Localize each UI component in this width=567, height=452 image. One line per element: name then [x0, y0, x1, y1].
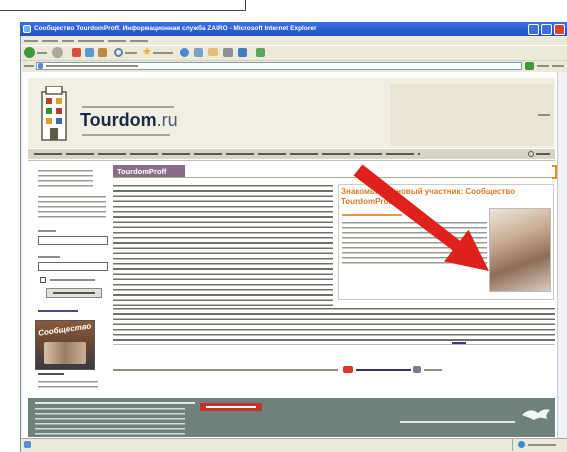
- main-paragraph-wide: [113, 308, 555, 345]
- refresh-icon[interactable]: [85, 48, 94, 57]
- header-tagline-bottom: [82, 134, 170, 136]
- media-icon[interactable]: [180, 48, 189, 57]
- contact-badge-icon: [343, 366, 353, 373]
- banner-photo: [44, 342, 86, 364]
- forward-icon[interactable]: [52, 47, 63, 58]
- menu-item-edit[interactable]: [42, 40, 58, 42]
- window-title: Сообщество TourdomProff. Информационная …: [34, 25, 317, 32]
- contact-phone[interactable]: [356, 369, 411, 371]
- status-page-icon: [24, 441, 31, 448]
- nav-search-label[interactable]: [536, 153, 550, 155]
- links-label[interactable]: [537, 65, 549, 67]
- page-icon: [38, 63, 43, 69]
- status-bar: [21, 438, 567, 452]
- password-input[interactable]: [38, 262, 108, 271]
- footer-text: [35, 408, 185, 436]
- sidebar-caption-title: [38, 373, 64, 375]
- register-link[interactable]: [38, 310, 78, 312]
- header-tagline-top: [82, 106, 174, 108]
- read-more-link[interactable]: [452, 342, 466, 344]
- featured-heading[interactable]: Знакомьтесь, новый участник: Сообщество …: [341, 187, 551, 207]
- menu-item-help[interactable]: [130, 40, 148, 42]
- vertical-scrollbar[interactable]: [557, 72, 567, 438]
- nav-divider: [28, 160, 555, 161]
- menu-item-tools[interactable]: [108, 40, 126, 42]
- main-paragraph: [113, 185, 333, 306]
- favorites-icon[interactable]: ★: [142, 46, 152, 58]
- menu-item-file[interactable]: [24, 40, 38, 42]
- footer-phone-badge-text: [206, 406, 256, 408]
- back-label: [37, 52, 47, 54]
- search-label: [125, 52, 137, 54]
- status-zone-label: [528, 444, 556, 446]
- crop-mark: [0, 0, 246, 11]
- address-label: [24, 65, 34, 67]
- header-banner-text: [538, 114, 550, 116]
- site-logo-text[interactable]: Tourdom.ru: [80, 110, 178, 130]
- orange-bracket: [552, 165, 557, 179]
- back-icon[interactable]: [24, 47, 35, 58]
- footer-title: [35, 402, 195, 404]
- maximize-button[interactable]: [541, 24, 552, 35]
- address-url: [46, 65, 138, 67]
- featured-member-name[interactable]: [342, 214, 402, 216]
- stop-icon[interactable]: [72, 48, 81, 57]
- menu-item-view[interactable]: [62, 40, 74, 42]
- nav-items[interactable]: [34, 153, 420, 155]
- header-banner-area: [390, 84, 553, 146]
- status-zone-divider: [512, 439, 513, 451]
- login-label: [38, 230, 56, 232]
- history-icon[interactable]: [194, 48, 203, 57]
- login-button-label: [53, 292, 95, 294]
- go-button[interactable]: [525, 62, 534, 70]
- remember-label: [50, 279, 95, 281]
- logo-building-icon[interactable]: [38, 86, 70, 142]
- internet-zone-icon: [518, 441, 525, 448]
- contact-email[interactable]: [424, 369, 442, 371]
- sidebar-intro-text: [38, 170, 93, 189]
- mail-icon[interactable]: [208, 48, 218, 56]
- logo-name: Tourdom: [80, 110, 157, 130]
- menu-item-favorites[interactable]: [78, 40, 104, 42]
- contact-text: [113, 369, 338, 371]
- sidebar-caption-text: [38, 381, 98, 389]
- messenger-icon[interactable]: [256, 48, 265, 57]
- print-icon[interactable]: [223, 48, 233, 57]
- email-icon[interactable]: [413, 366, 421, 373]
- remember-checkbox[interactable]: [40, 277, 46, 283]
- home-icon[interactable]: [98, 48, 107, 57]
- edit-icon[interactable]: [238, 48, 247, 57]
- ie-icon: [23, 25, 31, 33]
- minimize-button[interactable]: [528, 24, 539, 35]
- search-icon[interactable]: [528, 151, 534, 157]
- featured-member-text: [342, 222, 487, 267]
- logo-suffix: .ru: [156, 110, 178, 130]
- footer-credit[interactable]: [400, 421, 515, 423]
- main-heading-rule: [113, 177, 553, 178]
- login-input[interactable]: [38, 236, 108, 245]
- sidebar-info-text: [38, 196, 106, 221]
- links-toolbar[interactable]: [552, 65, 564, 67]
- search-icon[interactable]: [114, 48, 123, 57]
- main-heading: TourdomProff: [117, 167, 167, 176]
- close-button[interactable]: [554, 24, 565, 35]
- favorites-label: [153, 52, 173, 54]
- password-label: [38, 256, 60, 258]
- featured-member-photo[interactable]: [489, 208, 551, 292]
- footer-logo-icon[interactable]: [520, 405, 552, 423]
